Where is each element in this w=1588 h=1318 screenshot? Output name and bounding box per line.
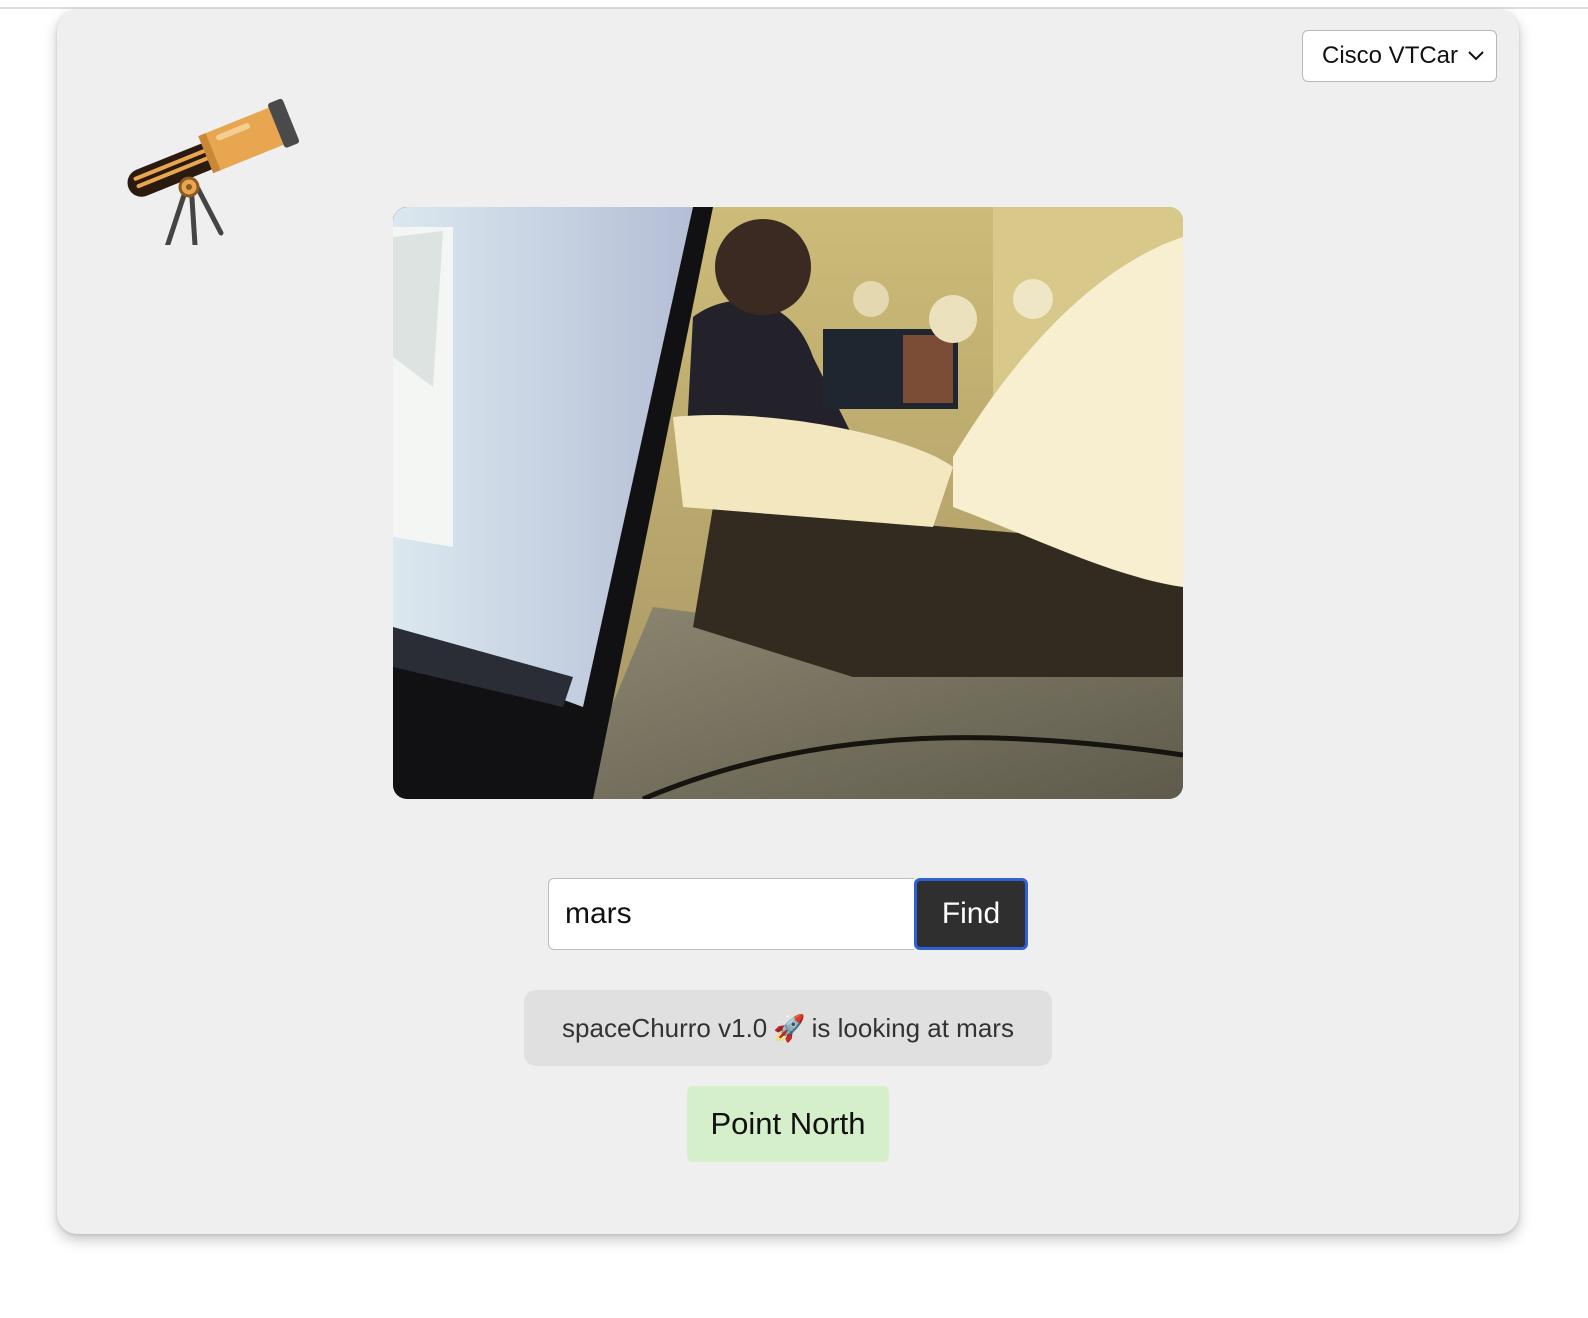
find-button[interactable]: Find	[914, 878, 1028, 950]
point-north-button[interactable]: Point North	[687, 1086, 889, 1162]
chevron-down-icon	[1468, 51, 1484, 61]
rocket-icon: 🚀	[773, 1012, 806, 1043]
device-select[interactable]: Cisco VTCar	[1302, 30, 1497, 82]
status-message: spaceChurro v1.0 🚀 is looking at mars	[524, 990, 1052, 1066]
main-card: Cisco VTCar mars Find spaceChurro v1.0 🚀…	[57, 10, 1519, 1234]
status-text: is looking at mars	[811, 1012, 1014, 1043]
search-row: Find	[548, 878, 1028, 950]
camera-feed-image	[393, 207, 1183, 799]
search-input[interactable]	[548, 878, 914, 950]
status-app-name: spaceChurro v1.0	[562, 1012, 768, 1043]
camera-feed	[393, 207, 1183, 799]
telescope-icon	[127, 98, 299, 245]
top-divider	[0, 7, 1588, 9]
device-select-value: Cisco VTCar	[1322, 42, 1459, 69]
